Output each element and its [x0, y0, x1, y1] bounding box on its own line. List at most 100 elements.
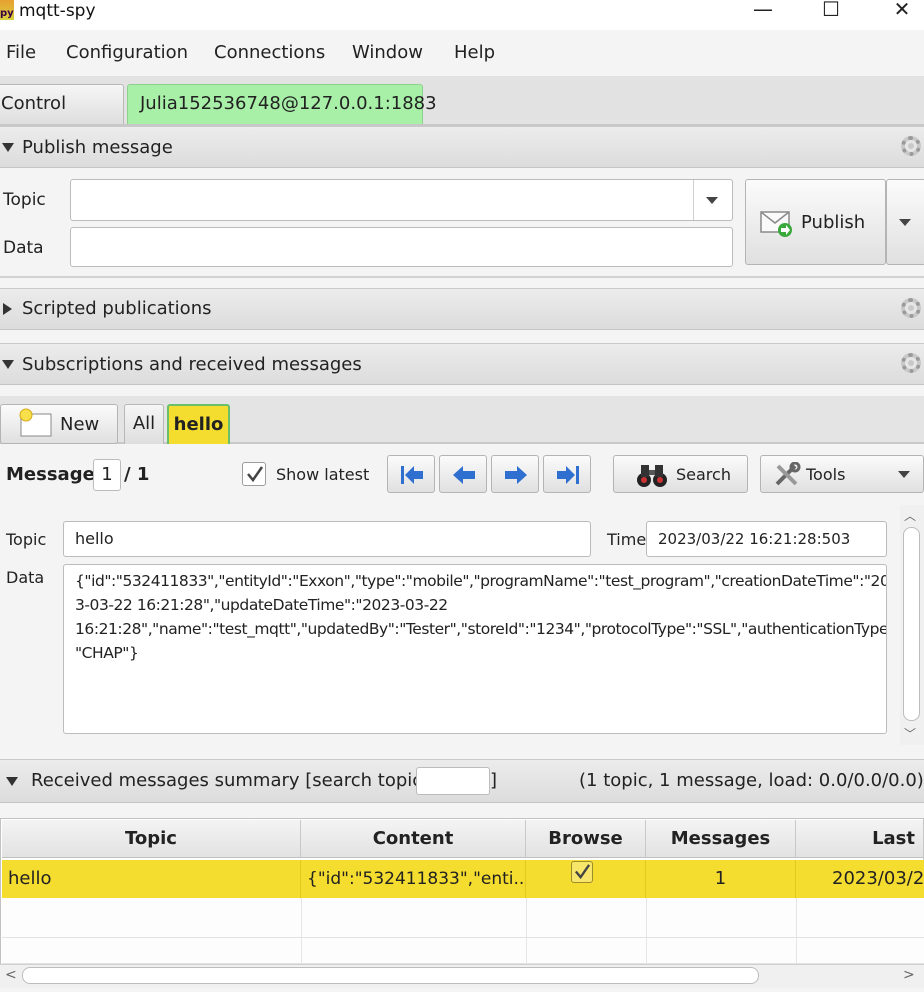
- message-data-line: {"id":"532411833","entityId":"Exxon","ty…: [75, 572, 887, 590]
- horizontal-scrollbar-thumb[interactable]: [22, 967, 759, 984]
- previous-message-button[interactable]: [439, 455, 487, 493]
- tab-hello[interactable]: hello: [167, 404, 230, 444]
- message-data-textarea[interactable]: {"id":"532411833","entityId":"Exxon","ty…: [63, 564, 887, 734]
- message-time-field[interactable]: 2023/03/22 16:21:28:503: [646, 521, 887, 557]
- minimize-button[interactable]: —: [743, 0, 783, 22]
- column-header-last[interactable]: Last: [796, 820, 924, 858]
- menu-file[interactable]: File: [6, 40, 36, 66]
- row-browse-cell[interactable]: [526, 860, 646, 898]
- row-messages: 1: [714, 868, 727, 889]
- first-arrow-icon: [401, 466, 423, 484]
- column-header-content[interactable]: Content: [301, 820, 526, 858]
- column-header-last-label: Last: [872, 828, 915, 849]
- row-last-cell[interactable]: 2023/03/2: [796, 860, 924, 898]
- publish-data-input[interactable]: [70, 227, 733, 267]
- table-row-empty: [2, 898, 924, 938]
- menu-help[interactable]: Help: [454, 40, 495, 66]
- collapse-arrow-icon[interactable]: [2, 360, 14, 369]
- summary-stats: (1 topic, 1 message, load: 0.0/0.0/0.0): [579, 770, 924, 791]
- title-bar: [0, 0, 924, 30]
- message-index-value: 1: [101, 464, 113, 485]
- menu-configuration[interactable]: Configuration: [66, 40, 188, 66]
- search-button[interactable]: Search: [613, 455, 748, 493]
- tools-button[interactable]: Tools: [760, 455, 924, 493]
- message-data-label: Data: [6, 568, 45, 587]
- last-message-button[interactable]: [543, 455, 591, 493]
- menu-connections[interactable]: Connections: [214, 40, 325, 66]
- row-topic: hello: [8, 868, 52, 889]
- right-arrow-icon: [505, 466, 527, 484]
- row-content: {"id":"532411833","enti...: [307, 869, 526, 889]
- scroll-left-icon[interactable]: <: [5, 966, 17, 984]
- new-subscription-button[interactable]: New: [0, 404, 118, 444]
- scroll-down-icon[interactable]: ﹀: [904, 727, 916, 741]
- gear-icon[interactable]: [901, 353, 921, 373]
- publish-topic-input[interactable]: [70, 179, 733, 221]
- column-header-messages-label: Messages: [670, 828, 771, 849]
- publish-button-label: Publish: [801, 212, 866, 233]
- message-total: / 1: [124, 464, 150, 485]
- first-message-button[interactable]: [387, 455, 435, 493]
- new-document-icon: [19, 408, 52, 437]
- message-index-input[interactable]: 1: [93, 459, 121, 491]
- tools-icon: [775, 462, 801, 486]
- close-button[interactable]: ✕: [882, 0, 922, 22]
- column-header-topic-label: Topic: [125, 828, 177, 849]
- column-header-topic[interactable]: Topic: [2, 820, 301, 858]
- chevron-down-icon: [898, 471, 910, 478]
- collapse-arrow-icon[interactable]: [2, 143, 14, 152]
- column-divider: [301, 898, 302, 964]
- tab-connection-label: Julia152536748@127.0.0.1:1883: [140, 93, 437, 114]
- tab-hello-label: hello: [173, 414, 224, 435]
- maximize-button[interactable]: ☐: [811, 0, 851, 22]
- publish-button[interactable]: Publish: [745, 179, 886, 265]
- scroll-right-icon[interactable]: >: [903, 966, 915, 984]
- menu-window[interactable]: Window: [352, 40, 423, 66]
- app-icon: py: [0, 0, 14, 20]
- publish-data-label: Data: [3, 238, 44, 258]
- column-header-browse-label: Browse: [548, 828, 623, 849]
- publish-section-title: Publish message: [22, 137, 173, 158]
- message-data-line: "CHAP"}: [75, 644, 139, 662]
- scripted-section-title: Scripted publications: [22, 298, 212, 319]
- scroll-up-icon[interactable]: ︿: [904, 509, 916, 523]
- publish-options-button[interactable]: [886, 179, 924, 265]
- new-button-label: New: [60, 414, 100, 435]
- binoculars-icon: [637, 465, 667, 487]
- subscriptions-section-title: Subscriptions and received messages: [22, 354, 362, 375]
- expand-arrow-icon[interactable]: [3, 303, 12, 315]
- topic-dropdown-icon[interactable]: [706, 197, 718, 204]
- divider: [0, 276, 924, 278]
- show-latest-checkbox[interactable]: [242, 462, 266, 486]
- check-icon: [247, 466, 264, 483]
- last-arrow-icon: [557, 466, 579, 484]
- chevron-down-icon: [899, 219, 911, 226]
- column-header-content-label: Content: [372, 828, 454, 849]
- gear-icon[interactable]: [901, 136, 921, 156]
- column-header-browse[interactable]: Browse: [526, 820, 646, 858]
- message-topic-value: hello: [75, 529, 114, 548]
- message-data-line: 3-03-22 16:21:28","updateDateTime":"2023…: [75, 596, 448, 614]
- tab-all[interactable]: All: [124, 404, 164, 444]
- message-time-value: 2023/03/22 16:21:28:503: [658, 530, 851, 548]
- row-messages-cell[interactable]: 1: [646, 860, 796, 898]
- row-last: 2023/03/2: [832, 868, 924, 889]
- show-latest-label: Show latest: [276, 465, 370, 484]
- tab-connection[interactable]: Julia152536748@127.0.0.1:1883: [127, 84, 437, 124]
- topic-dropdown-divider: [693, 180, 694, 220]
- tools-button-label: Tools: [806, 465, 846, 484]
- tab-control-panel[interactable]: Control panel: [0, 84, 124, 152]
- check-icon: [574, 864, 591, 880]
- search-button-label: Search: [676, 465, 731, 484]
- gear-icon[interactable]: [901, 298, 921, 318]
- search-topics-input[interactable]: [416, 767, 490, 795]
- collapse-arrow-icon[interactable]: [6, 777, 18, 786]
- row-content-cell[interactable]: {"id":"532411833","enti...: [301, 860, 526, 898]
- message-topic-field[interactable]: hello: [63, 521, 591, 557]
- detail-scrollbar-thumb[interactable]: [903, 527, 920, 721]
- column-header-messages[interactable]: Messages: [646, 820, 796, 858]
- table-row[interactable]: hello: [2, 860, 301, 898]
- next-message-button[interactable]: [491, 455, 539, 493]
- message-data-line: 16:21:28","name":"test_mqtt","updatedBy"…: [75, 620, 887, 638]
- row-browse-checkbox[interactable]: [571, 861, 593, 883]
